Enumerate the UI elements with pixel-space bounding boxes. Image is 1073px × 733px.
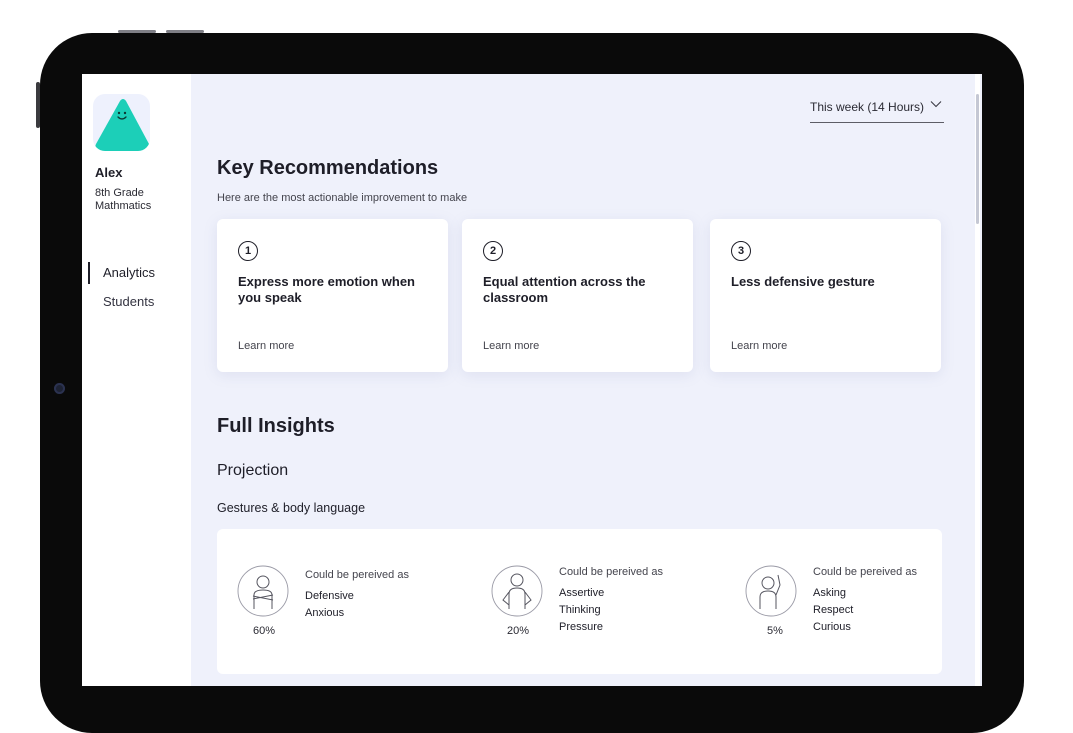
learn-more-link[interactable]: Learn more: [731, 340, 787, 352]
trait-label: Assertive: [559, 587, 605, 599]
period-select-value: This week (14 Hours): [810, 100, 925, 114]
side-button: [36, 82, 40, 128]
trait-label: Curious: [813, 621, 851, 633]
gestures-panel: 60% Could be pereived as Defensive Anxio…: [217, 529, 942, 674]
recommendation-card[interactable]: 1 Express more emotion when you speak Le…: [217, 219, 448, 372]
trait-label: Pressure: [559, 621, 604, 633]
learn-more-link[interactable]: Learn more: [483, 340, 539, 352]
hands-on-hips-figure-icon: [491, 565, 543, 617]
trait-label: Respect: [813, 604, 854, 616]
insights-title: Full Insights: [217, 415, 335, 437]
sidebar-item-analytics[interactable]: Analytics: [88, 262, 155, 284]
chevron-down-icon: [930, 98, 942, 113]
scrollbar[interactable]: [976, 94, 979, 224]
recommendation-title: Express more emotion when you speak: [238, 274, 415, 305]
percent-value: 20%: [507, 625, 530, 637]
recommendation-title: Equal attention across the classroom: [483, 274, 646, 305]
sidebar-item-students[interactable]: Students: [88, 291, 154, 313]
recommendations-title: Key Recommendations: [217, 157, 439, 179]
insight-item: 5% Could be pereived as Asking Respect C…: [725, 529, 955, 674]
perception-lead: Could be pereived as: [559, 566, 663, 578]
sidebar: Alex 8th Grade Mathmatics Analytics Stud…: [82, 74, 191, 686]
period-select[interactable]: This week (14 Hours): [810, 98, 944, 123]
volume-button: [118, 30, 156, 33]
number-badge: 1: [238, 241, 258, 261]
insight-item: 20% Could be pereived as Assertive Think…: [471, 529, 701, 674]
volume-button: [166, 30, 204, 33]
insight-item: 60% Could be pereived as Defensive Anxio…: [217, 529, 447, 674]
app-screen: Alex 8th Grade Mathmatics Analytics Stud…: [82, 74, 982, 686]
perception-lead: Could be pereived as: [305, 569, 409, 581]
triangle-mascot-icon: [95, 99, 150, 151]
subsection-title: Gestures & body language: [217, 501, 366, 515]
recommendation-card[interactable]: 3 Less defensive gesture Learn more: [710, 219, 941, 372]
number-badge: 2: [483, 241, 503, 261]
trait-label: Asking: [813, 587, 847, 599]
arms-crossed-figure-icon: [237, 565, 289, 617]
trait-label: Thinking: [559, 604, 601, 616]
recommendation-title: Less defensive gesture: [731, 274, 875, 289]
percent-value: 60%: [253, 625, 276, 637]
trait-label: Defensive: [305, 590, 354, 602]
section-title: Projection: [217, 462, 289, 479]
perception-lead: Could be pereived as: [813, 566, 917, 578]
user-grade: 8th Grade Mathmatics: [95, 187, 152, 212]
trait-label: Anxious: [305, 607, 345, 619]
user-name: Alex: [95, 165, 123, 180]
percent-value: 5%: [767, 625, 783, 637]
recommendation-card[interactable]: 2 Equal attention across the classroom L…: [462, 219, 693, 372]
learn-more-link[interactable]: Learn more: [238, 340, 294, 352]
avatar[interactable]: [93, 94, 150, 151]
number-badge: 3: [731, 241, 751, 261]
camera-icon: [54, 383, 65, 394]
recommendations-subtitle: Here are the most actionable improvement…: [217, 192, 468, 204]
raised-hand-figure-icon: [745, 565, 797, 617]
